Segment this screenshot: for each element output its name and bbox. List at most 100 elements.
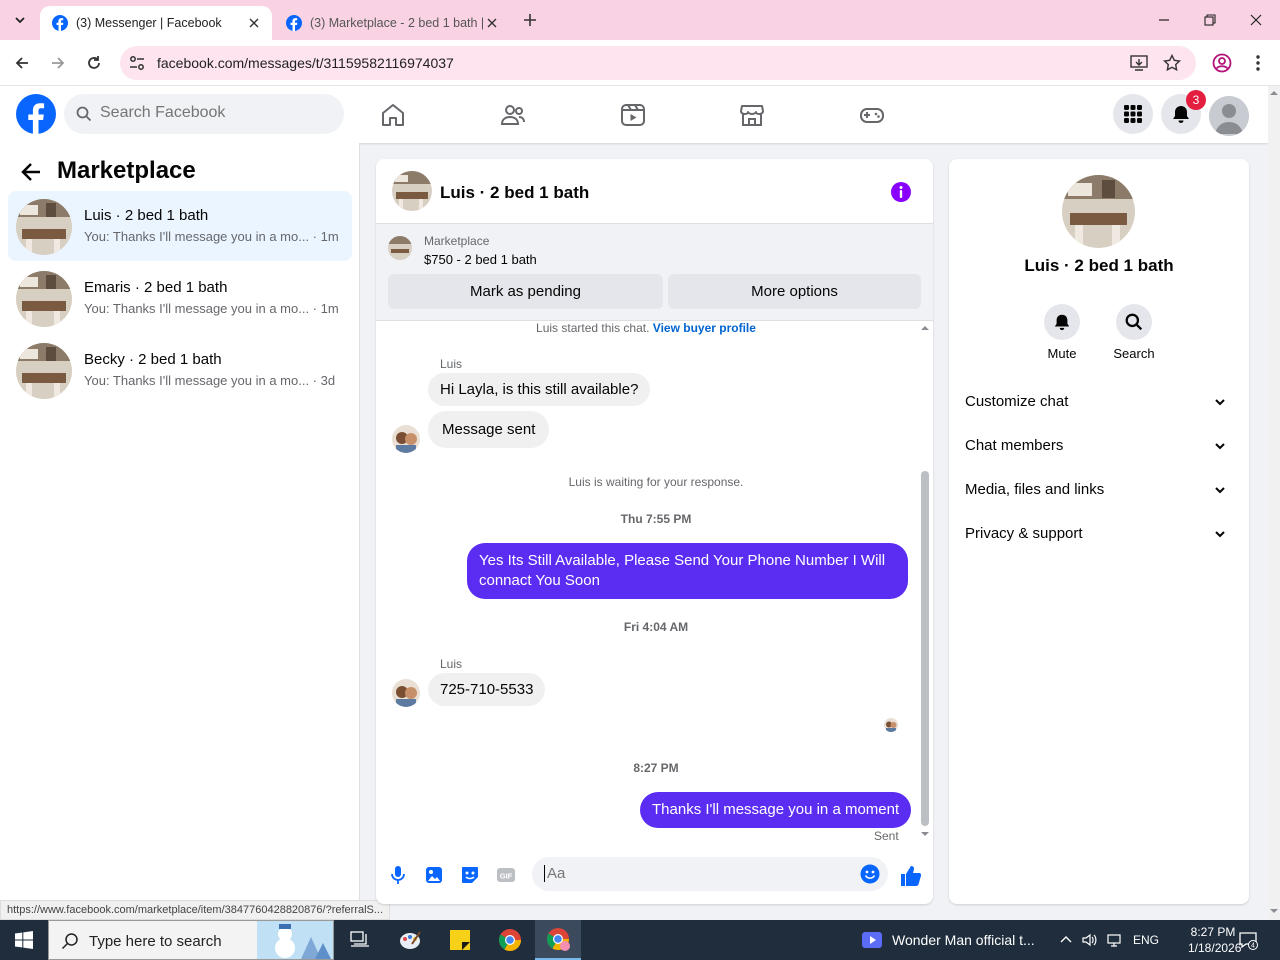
view-buyer-profile-link[interactable]: View buyer profile bbox=[653, 321, 756, 335]
info-icon[interactable] bbox=[890, 181, 912, 203]
listing-thumbnail bbox=[16, 271, 72, 327]
listing-photo[interactable] bbox=[1062, 175, 1135, 248]
reload-icon[interactable] bbox=[83, 52, 105, 74]
incoming-message[interactable]: Hi Layla, is this still available? bbox=[428, 373, 651, 406]
facebook-search-box[interactable] bbox=[64, 94, 344, 134]
conversation-item[interactable]: Luis · 2 bed 1 bath You: Thanks I'll mes… bbox=[8, 191, 352, 261]
customize-chat-section[interactable]: Customize chat bbox=[957, 381, 1241, 421]
browser-tab-strip: (3) Messenger | Facebook (3) Marketplace… bbox=[0, 0, 1280, 40]
media-player-icon[interactable] bbox=[862, 932, 882, 948]
install-app-icon[interactable] bbox=[1130, 54, 1148, 72]
close-window-icon[interactable] bbox=[1246, 10, 1266, 30]
restore-window-icon[interactable] bbox=[1200, 10, 1220, 30]
menu-grid-button[interactable] bbox=[1113, 94, 1153, 134]
incoming-message[interactable]: 725-710-5533 bbox=[428, 673, 546, 706]
privacy-support-section[interactable]: Privacy & support bbox=[957, 513, 1241, 553]
chat-started-notice: Luis started this chat. View buyer profi… bbox=[536, 321, 756, 335]
minimize-window-icon[interactable] bbox=[1154, 10, 1174, 30]
message-scrollbar[interactable] bbox=[919, 321, 931, 844]
facebook-logo-icon[interactable] bbox=[16, 94, 56, 134]
clock-date: 1/18/2026 bbox=[1188, 941, 1242, 955]
more-options-button[interactable]: More options bbox=[668, 274, 921, 309]
chrome-icon[interactable] bbox=[487, 920, 533, 960]
home-icon[interactable] bbox=[380, 102, 406, 128]
listing-title[interactable]: $750 - 2 bed 1 bath bbox=[424, 252, 537, 267]
listing-summary: Marketplace $750 - 2 bed 1 bath Mark as … bbox=[376, 224, 933, 321]
browser-menu-icon[interactable] bbox=[1248, 53, 1268, 73]
marketplace-icon[interactable] bbox=[739, 102, 765, 128]
search-input[interactable] bbox=[100, 104, 330, 122]
new-tab-icon[interactable] bbox=[520, 10, 540, 30]
thumbs-up-icon[interactable] bbox=[900, 865, 922, 887]
chat-title[interactable]: Luis · 2 bed 1 bath bbox=[440, 183, 589, 203]
sender-avatar[interactable] bbox=[392, 679, 420, 707]
back-icon[interactable] bbox=[11, 52, 33, 74]
facebook-favicon-icon bbox=[286, 15, 302, 31]
tab-search-icon[interactable] bbox=[8, 8, 32, 32]
windows-start-icon[interactable] bbox=[0, 920, 48, 960]
network-icon[interactable] bbox=[1106, 932, 1122, 948]
profile-icon[interactable] bbox=[1212, 53, 1232, 73]
action-center-icon[interactable]: 4 bbox=[1238, 930, 1258, 950]
volume-icon[interactable] bbox=[1082, 932, 1098, 948]
waiting-notice: Luis is waiting for your response. bbox=[568, 475, 744, 489]
close-tab-icon[interactable] bbox=[246, 15, 262, 31]
browser-tab-messenger[interactable]: (3) Messenger | Facebook bbox=[40, 6, 272, 40]
friends-icon[interactable] bbox=[500, 102, 526, 128]
conversation-item[interactable]: Becky · 2 bed 1 bath You: Thanks I'll me… bbox=[8, 335, 352, 405]
outgoing-message[interactable]: Thanks I'll message you in a moment bbox=[640, 792, 912, 828]
sender-avatar[interactable] bbox=[392, 425, 420, 453]
message-composer: GIF bbox=[376, 849, 933, 899]
page-scrollbar[interactable] bbox=[1268, 86, 1280, 920]
sticky-notes-icon[interactable] bbox=[437, 920, 483, 960]
search-in-chat-button[interactable]: Search bbox=[1104, 304, 1164, 361]
site-info-icon[interactable] bbox=[128, 54, 146, 72]
message-input[interactable] bbox=[544, 865, 844, 882]
grid-icon bbox=[1124, 105, 1142, 123]
chevron-down-icon bbox=[1215, 487, 1225, 494]
mute-label: Mute bbox=[1047, 346, 1077, 361]
search-icon bbox=[76, 106, 92, 122]
url-text[interactable]: facebook.com/messages/t/3115958211697403… bbox=[157, 55, 454, 71]
message-input-box[interactable] bbox=[532, 857, 888, 891]
microphone-icon[interactable] bbox=[388, 865, 408, 885]
sender-name: Luis bbox=[440, 657, 463, 671]
media-files-links-section[interactable]: Media, files and links bbox=[957, 469, 1241, 509]
scrollbar-thumb[interactable] bbox=[921, 471, 929, 826]
close-tab-icon[interactable] bbox=[484, 15, 500, 31]
mute-button[interactable]: Mute bbox=[1032, 304, 1092, 361]
clock-time: 8:27 PM bbox=[1190, 925, 1236, 939]
scroll-up-icon bbox=[921, 326, 929, 330]
conversation-item[interactable]: Emaris · 2 bed 1 bath You: Thanks I'll m… bbox=[8, 263, 352, 333]
task-view-icon[interactable] bbox=[337, 920, 383, 960]
incoming-message[interactable]: Message sent bbox=[428, 411, 550, 448]
account-avatar[interactable] bbox=[1209, 96, 1249, 136]
mark-as-pending-button[interactable]: Mark as pending bbox=[388, 274, 663, 309]
chat-avatar[interactable] bbox=[392, 171, 432, 211]
timestamp: 8:27 PM bbox=[633, 761, 679, 775]
outgoing-message[interactable]: Yes Its Still Available, Please Send You… bbox=[467, 543, 908, 599]
photo-icon[interactable] bbox=[424, 865, 444, 885]
emoji-icon[interactable] bbox=[860, 864, 880, 884]
sticker-icon[interactable] bbox=[460, 865, 480, 885]
chevron-up-icon[interactable] bbox=[1058, 932, 1074, 948]
taskbar-search-box[interactable]: Type here to search bbox=[48, 920, 334, 960]
video-icon[interactable] bbox=[620, 102, 646, 128]
address-bar[interactable]: facebook.com/messages/t/3115958211697403… bbox=[120, 46, 1196, 80]
clock[interactable]: 8:27 PM 1/18/2026 bbox=[1188, 924, 1242, 956]
browser-tab-marketplace[interactable]: (3) Marketplace - 2 bed 1 bath | bbox=[274, 6, 510, 40]
gif-icon[interactable]: GIF bbox=[496, 865, 516, 885]
back-arrow-icon[interactable] bbox=[20, 161, 42, 183]
bookmark-star-icon[interactable] bbox=[1163, 54, 1181, 72]
conversation-name: Emaris · 2 bed 1 bath bbox=[84, 279, 228, 296]
listing-thumbnail[interactable] bbox=[388, 236, 412, 260]
forward-icon[interactable] bbox=[47, 52, 69, 74]
chrome-profile-icon[interactable] bbox=[535, 920, 581, 960]
panel-title: Marketplace bbox=[57, 157, 196, 184]
paint-app-icon[interactable] bbox=[387, 920, 433, 960]
chat-members-section[interactable]: Chat members bbox=[957, 425, 1241, 465]
gaming-icon[interactable] bbox=[859, 102, 885, 128]
details-title: Luis · 2 bed 1 bath bbox=[1024, 256, 1174, 275]
media-title[interactable]: Wonder Man official t... bbox=[892, 932, 1035, 948]
language-indicator[interactable]: ENG bbox=[1133, 933, 1159, 947]
